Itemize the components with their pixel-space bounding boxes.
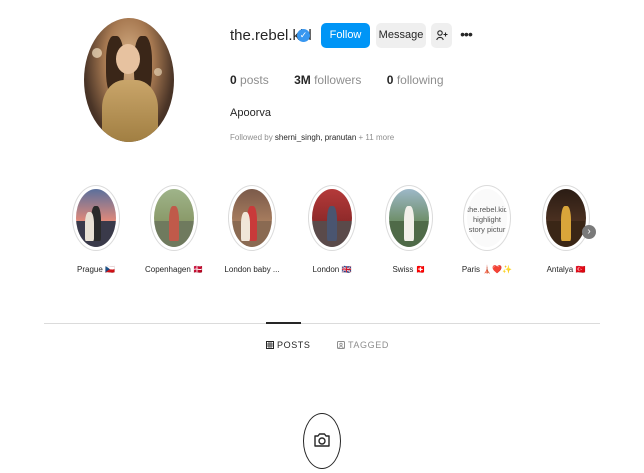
- copenhagen-photo-icon: [154, 189, 194, 247]
- posts-stat[interactable]: 0 posts: [230, 73, 269, 87]
- followed-by-prefix: Followed by: [230, 133, 275, 142]
- chevron-right-icon[interactable]: ›: [582, 225, 596, 239]
- antalya-photo-icon: [546, 189, 586, 247]
- highlight-copenhagen[interactable]: Copenhagen 🇩🇰: [141, 185, 207, 274]
- london-photo-icon: [312, 189, 352, 247]
- full-name: Apoorva: [230, 107, 271, 119]
- followers-stat[interactable]: 3M followers: [294, 73, 361, 87]
- avatar-bokeh: [92, 48, 102, 58]
- highlight-paris[interactable]: the.rebel.kid highlight story pictur Par…: [454, 185, 520, 274]
- posts-count: 0: [230, 73, 237, 87]
- active-tab-indicator: [266, 322, 301, 324]
- avatar-bokeh: [154, 68, 162, 76]
- following-label: following: [396, 73, 444, 87]
- tab-tagged-label: TAGGED: [348, 340, 389, 350]
- followers-count: 3M: [294, 73, 311, 87]
- paris-text-cover-icon: the.rebel.kid highlight story pictur: [467, 189, 507, 247]
- prague-photo-icon: [76, 189, 116, 247]
- highlight-label: Paris 🗼❤️✨: [461, 265, 513, 274]
- add-person-icon: [436, 30, 448, 41]
- suggest-user-button[interactable]: [431, 23, 452, 48]
- highlight-prague[interactable]: Prague 🇨🇿: [63, 185, 129, 274]
- avatar-body: [102, 80, 158, 142]
- highlight-label: Swiss 🇨🇭: [392, 265, 426, 274]
- tab-tagged[interactable]: TAGGED: [337, 340, 389, 351]
- more-options-icon[interactable]: •••: [458, 27, 474, 43]
- highlight-label: Prague 🇨🇿: [77, 265, 115, 274]
- profile-avatar[interactable]: [84, 18, 174, 142]
- avatar-face: [116, 44, 140, 74]
- highlight-london[interactable]: London 🇬🇧: [299, 185, 365, 274]
- camera-circle: [303, 413, 341, 469]
- cover-text-line: the.rebel.kid: [467, 205, 507, 214]
- following-stat[interactable]: 0 following: [387, 73, 444, 87]
- follow-button[interactable]: Follow: [321, 23, 370, 48]
- followed-by-suffix: + 11 more: [356, 133, 395, 142]
- tab-posts[interactable]: POSTS: [266, 340, 311, 351]
- followed-by[interactable]: Followed by sherni_singh, pranutan + 11 …: [230, 133, 394, 142]
- highlight-label: London 🇬🇧: [312, 265, 352, 274]
- highlight-london-baby[interactable]: London baby ...: [219, 185, 285, 274]
- highlight-label: London baby ...: [224, 265, 280, 274]
- tag-icon: [337, 340, 345, 351]
- highlight-swiss[interactable]: Swiss 🇨🇭: [376, 185, 442, 274]
- followed-by-names: sherni_singh, pranutan: [274, 133, 357, 142]
- tabs-divider: [44, 323, 600, 324]
- following-count: 0: [386, 73, 394, 87]
- camera-icon: [314, 433, 330, 447]
- swiss-photo-icon: [389, 189, 429, 247]
- followers-label: followers: [314, 73, 362, 87]
- highlight-label: Antalya 🇹🇷: [546, 265, 586, 274]
- message-button[interactable]: Message: [376, 23, 426, 48]
- posts-label: posts: [240, 73, 269, 87]
- tab-posts-label: POSTS: [277, 340, 311, 350]
- grid-icon: [266, 340, 274, 351]
- london-baby-photo-icon: [232, 189, 272, 247]
- highlight-label: Copenhagen 🇩🇰: [144, 265, 203, 274]
- profile-stats: 0 posts 3M followers 0 following: [230, 73, 466, 87]
- cover-text-line: story pictur: [468, 225, 506, 234]
- verified-badge-icon: ✓: [297, 29, 310, 42]
- cover-text-line: highlight: [473, 215, 501, 224]
